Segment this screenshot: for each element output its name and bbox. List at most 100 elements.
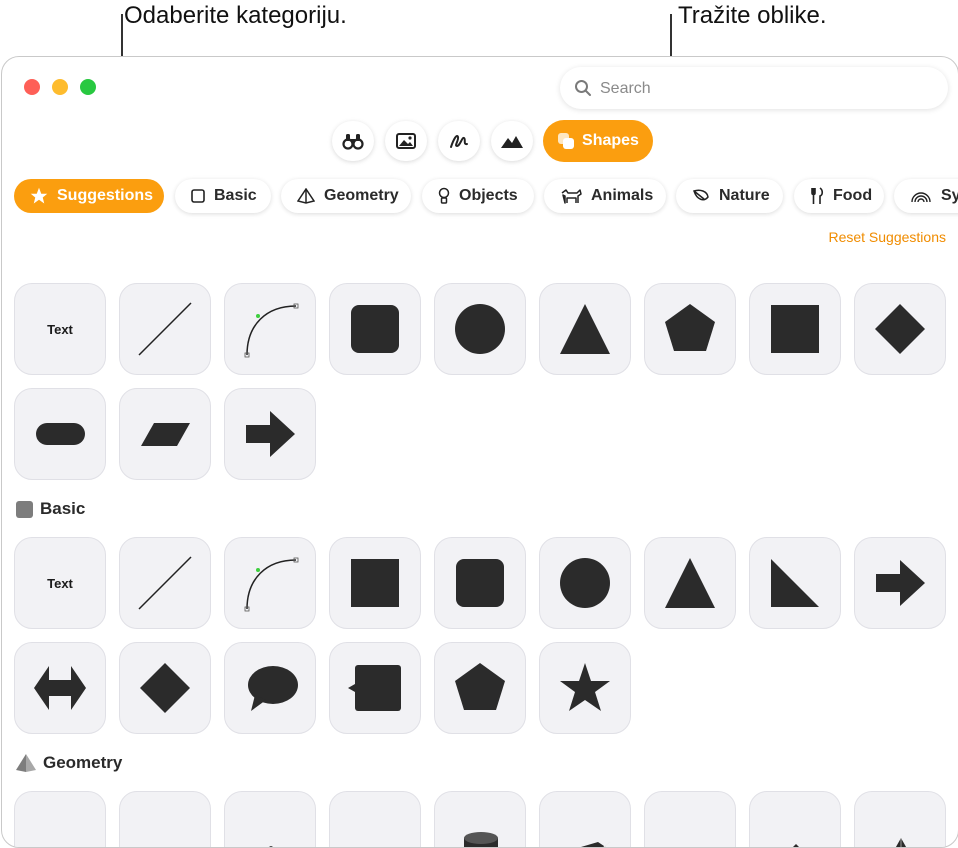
pentagon-shape-icon — [455, 663, 505, 710]
shape-tile-square[interactable] — [329, 537, 421, 629]
circle-shape-icon — [455, 304, 505, 354]
shape-tile-line[interactable] — [119, 283, 211, 375]
triangle-shape-icon — [665, 558, 715, 608]
category-label: Animals — [591, 187, 654, 204]
shape-tile-geometry[interactable] — [329, 791, 421, 847]
mountains-icon — [501, 136, 523, 148]
geometry-shape-icon — [793, 844, 799, 847]
shape-tile-diamond[interactable] — [119, 642, 211, 734]
shape-tile-double-arrow[interactable] — [14, 642, 106, 734]
shape-tile-callout-square[interactable] — [329, 642, 421, 734]
tab-binoculars[interactable] — [332, 121, 374, 161]
shape-tile-pill[interactable] — [14, 388, 106, 480]
callout-square-shape-icon — [348, 665, 401, 711]
shape-tile-curve[interactable] — [224, 283, 316, 375]
shape-tile-diamond[interactable] — [854, 283, 946, 375]
shape-tile-geometry[interactable] — [749, 791, 841, 847]
section-basic: Basic — [16, 499, 85, 519]
category-geometry[interactable]: Geometry — [281, 179, 411, 213]
right-triangle-shape-icon — [771, 559, 819, 607]
shape-tile-triangle[interactable] — [539, 283, 631, 375]
category-food[interactable]: Food — [794, 179, 884, 213]
category-basic[interactable]: Basic — [175, 179, 271, 213]
pentagon-shape-icon — [665, 304, 715, 351]
pill-shape-icon — [36, 423, 85, 445]
star-icon — [30, 187, 48, 204]
shape-tile-text[interactable]: Text — [14, 283, 106, 375]
diamond-shape-icon — [140, 663, 190, 713]
shape-tile-circle[interactable] — [434, 283, 526, 375]
shape-tile-star[interactable] — [539, 642, 631, 734]
shape-tile-arrow-right[interactable] — [224, 388, 316, 480]
leaf-icon — [693, 189, 709, 201]
section-geometry: Geometry — [16, 753, 122, 773]
category-callout: Odaberite kategoriju. — [124, 2, 347, 29]
shape-tile-right-triangle[interactable] — [749, 537, 841, 629]
shape-tile-rounded-square[interactable] — [329, 283, 421, 375]
shapes-browser-window: Shapes Suggestions Basic Geometry Object… — [1, 56, 958, 848]
magnifier-icon — [575, 80, 591, 96]
shape-tile-square[interactable] — [749, 283, 841, 375]
minimize-window-button[interactable] — [52, 79, 68, 95]
close-window-button[interactable] — [24, 79, 40, 95]
geometry-shape-icon — [268, 846, 274, 847]
scribble-icon — [450, 135, 468, 148]
shape-tile-pentagon[interactable] — [644, 283, 736, 375]
dog-icon — [561, 189, 582, 204]
diamond-shape-icon — [875, 304, 925, 354]
category-symbols[interactable]: Sy — [894, 179, 958, 213]
shape-tile-geometry[interactable] — [14, 791, 106, 847]
shape-tile-speech-bubble[interactable] — [224, 642, 316, 734]
square-icon — [16, 500, 33, 518]
shape-tile-geometry[interactable] — [224, 791, 316, 847]
shape-tile-text[interactable]: Text — [14, 537, 106, 629]
square-shape-icon — [351, 559, 399, 607]
category-suggestions[interactable]: Suggestions — [14, 179, 164, 213]
tab-landscapes[interactable] — [491, 121, 533, 161]
shape-tile-geometry[interactable] — [119, 791, 211, 847]
shape-tile-circle[interactable] — [539, 537, 631, 629]
photo-icon — [396, 133, 416, 149]
curve-shape-icon — [244, 303, 299, 358]
rounded-square-shape-icon — [456, 559, 504, 607]
text-shape-label: Text — [47, 321, 73, 337]
triangle-shape-icon — [560, 304, 610, 354]
category-label: Suggestions — [57, 187, 154, 204]
tab-photos[interactable] — [385, 121, 427, 161]
category-objects[interactable]: Objects — [422, 179, 534, 213]
shape-tile-line[interactable] — [119, 537, 211, 629]
speech-bubble-shape-icon — [248, 666, 298, 711]
shape-tile-arrow-right[interactable] — [854, 537, 946, 629]
tab-shapes[interactable]: Shapes — [543, 120, 653, 162]
category-nature[interactable]: Nature — [676, 179, 783, 213]
shape-tile-geometry[interactable] — [854, 791, 946, 847]
shape-tile-rounded-square[interactable] — [434, 537, 526, 629]
category-label: Geometry — [324, 187, 399, 204]
search-field[interactable] — [560, 67, 948, 111]
rainbow-icon — [911, 192, 931, 203]
reset-suggestions-link[interactable]: Reset Suggestions — [828, 229, 946, 245]
square-shape-icon — [771, 305, 819, 353]
category-label: Food — [833, 187, 873, 204]
geometry-shape-icon — [122, 772, 210, 848]
tab-drawings[interactable] — [438, 121, 480, 161]
shape-tile-pentagon[interactable] — [434, 642, 526, 734]
shape-tile-parallelogram[interactable] — [119, 388, 211, 480]
shape-tile-triangle[interactable] — [644, 537, 736, 629]
shape-tile-geometry[interactable] — [539, 791, 631, 847]
curve-shape-icon — [244, 557, 299, 612]
zoom-window-button[interactable] — [80, 79, 96, 95]
search-input[interactable] — [598, 67, 932, 111]
circle-shape-icon — [560, 558, 610, 608]
geometry-shape-icon — [647, 772, 735, 848]
shape-tile-geometry[interactable] — [434, 791, 526, 847]
parallelogram-shape-icon — [141, 423, 190, 446]
category-animals[interactable]: Animals — [544, 179, 666, 213]
line-shape-icon — [138, 302, 192, 356]
shape-tile-curve[interactable] — [224, 537, 316, 629]
pyramid-icon — [16, 754, 36, 772]
star-shape-icon — [560, 663, 610, 711]
rounded-square-shape-icon — [351, 305, 399, 353]
shape-tile-geometry[interactable] — [644, 791, 736, 847]
shapes-icon — [558, 133, 575, 149]
